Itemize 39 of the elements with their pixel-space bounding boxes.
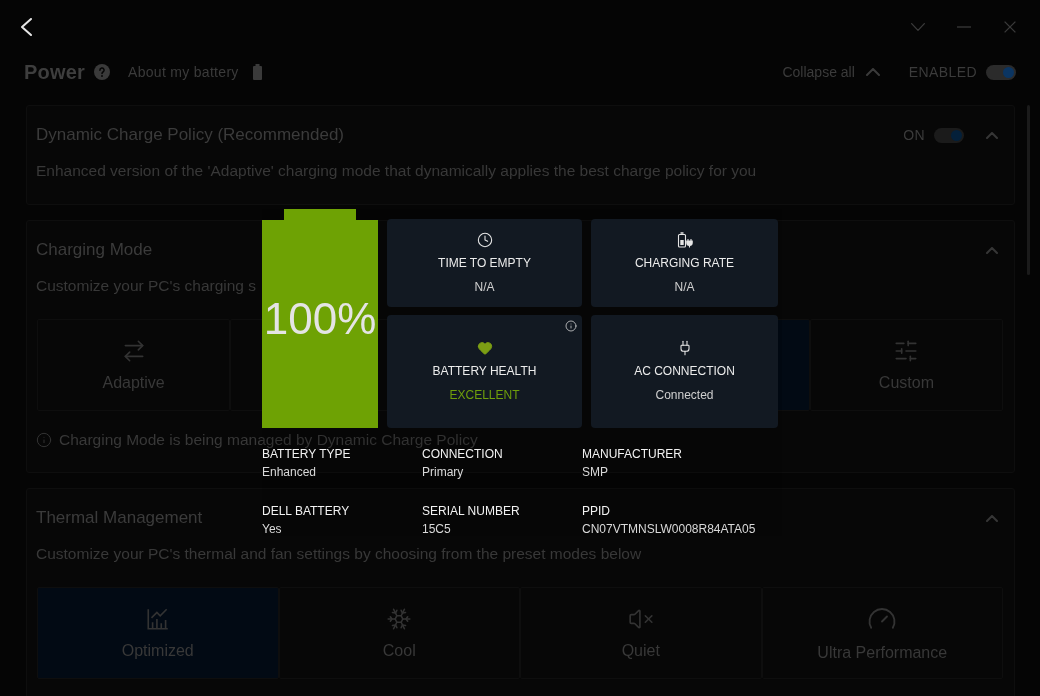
battery-terminal [284, 209, 356, 220]
detail-label: CONNECTION [422, 447, 503, 461]
help-button[interactable] [94, 64, 111, 80]
chevron-left-icon [21, 18, 32, 36]
stat-title: AC CONNECTION [634, 363, 735, 379]
stat-value: EXCELLENT [449, 387, 520, 403]
stat-title: BATTERY HEALTH [432, 363, 537, 379]
toggle-switch[interactable] [934, 127, 964, 143]
page-title: Power [24, 60, 86, 84]
detail-value: CN07VTMNSLW0008R84ATA05 [582, 522, 756, 536]
detail-value: SMP [582, 465, 608, 479]
chevron-down-icon [911, 23, 925, 31]
clock-icon [476, 231, 493, 248]
battery-plug-icon [676, 231, 693, 248]
detail-value: 15C5 [422, 522, 451, 536]
info-icon [36, 432, 52, 448]
stat-value: N/A [674, 278, 695, 295]
detail-label: SERIAL NUMBER [422, 504, 520, 518]
minimize-icon [957, 26, 971, 28]
stat-value: N/A [474, 278, 495, 295]
battery-percentage: 100% [263, 296, 377, 341]
chevron-up-icon [865, 68, 880, 76]
detail-label: PPID [582, 504, 610, 518]
detail-value: Yes [262, 522, 282, 536]
snowflake-icon [386, 605, 413, 632]
battery-icon [252, 64, 262, 80]
detail-label: DELL BATTERY [262, 504, 350, 518]
detail-value: Enhanced [262, 465, 317, 479]
stat-title: CHARGING RATE [634, 254, 735, 271]
stat-value: Connected [655, 387, 714, 403]
toggle-switch[interactable] [986, 64, 1016, 80]
detail-label: BATTERY TYPE [262, 447, 351, 461]
stat-title: TIME TO EMPTY [438, 254, 531, 271]
detail-label: MANUFACTURER [582, 447, 682, 461]
heart-icon [476, 340, 493, 356]
info-icon[interactable] [565, 320, 577, 332]
close-icon [1004, 21, 1016, 33]
detail-value: Primary [422, 465, 464, 479]
help-icon [94, 64, 111, 80]
